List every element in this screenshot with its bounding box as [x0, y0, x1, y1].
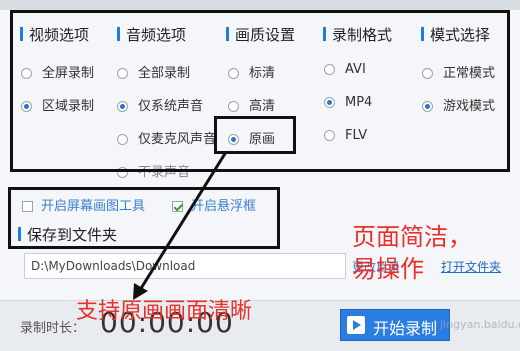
watermark: jingyan.baidu.com	[440, 318, 520, 331]
annotation-clarity: 支持原画画面清晰	[76, 299, 253, 324]
annotation-simple-line1: 页面简洁，	[352, 223, 472, 251]
annotation-simple-line2: 易操作	[352, 255, 424, 283]
